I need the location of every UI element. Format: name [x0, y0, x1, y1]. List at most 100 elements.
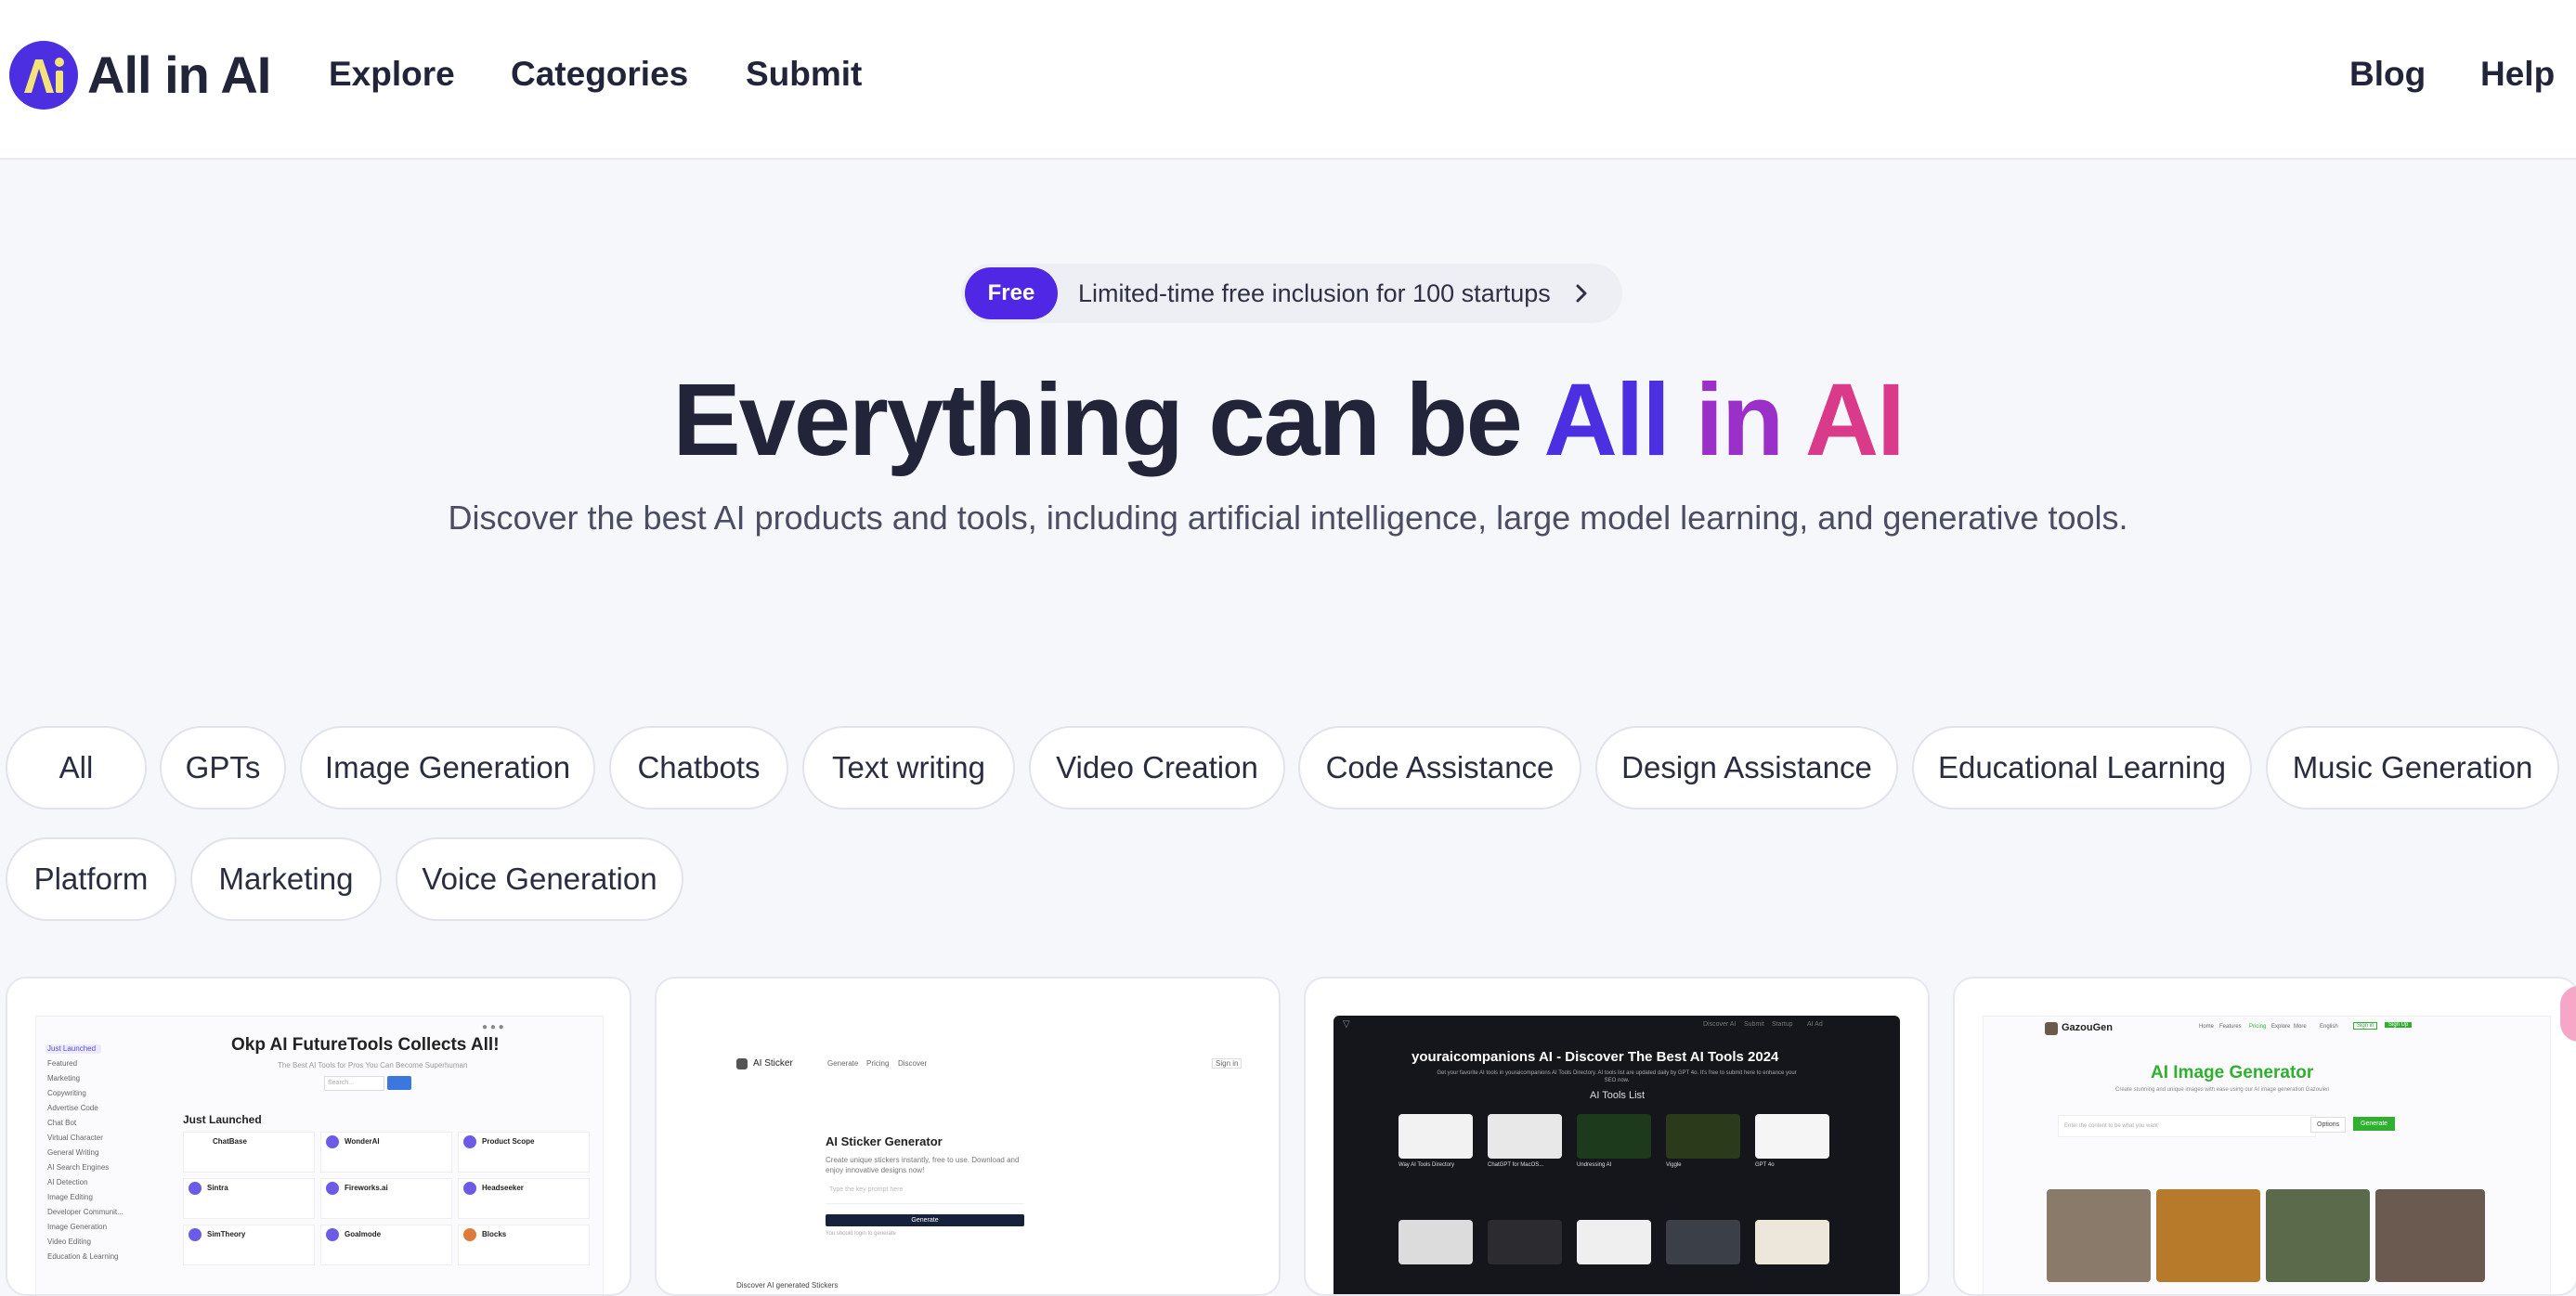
free-badge: Free: [965, 267, 1058, 319]
tool-name: GPT 4o: [1755, 1162, 1775, 1168]
tool-card[interactable]: ▽ Discover AI Submit Startup AI Ad youra…: [1304, 977, 1930, 1296]
site-nav-item: More: [2294, 1024, 2307, 1030]
site-nav-item: Home: [2199, 1024, 2215, 1030]
tool-thumbnail: [1577, 1114, 1651, 1159]
tool-thumbnail: [1666, 1220, 1740, 1264]
site-nav-item: Submit: [1744, 1021, 1764, 1028]
site-nav-item: Discover AI: [1703, 1021, 1737, 1028]
tool-screenshot: ● ● ● Just Launched Featured Marketing C…: [35, 1016, 604, 1294]
section-heading: Just Launched: [183, 1113, 262, 1126]
hero-title-word-ai: AI: [1804, 363, 1906, 477]
tool-avatar: [326, 1182, 339, 1195]
site-generate-button: Generate: [826, 1214, 1024, 1226]
nav-categories[interactable]: Categories: [511, 48, 688, 100]
category-pill-design-assistance[interactable]: Design Assistance: [1595, 726, 1898, 810]
generated-image-thumbnail: [2375, 1189, 2485, 1282]
category-pill-educational-learning[interactable]: Educational Learning: [1912, 726, 2252, 810]
sidebar-item: Just Launched: [47, 1044, 97, 1053]
social-icons: ● ● ●: [482, 1022, 504, 1032]
sidebar-item: Virtual Character: [47, 1134, 103, 1142]
sidebar-item: AI Search Engines: [47, 1163, 110, 1172]
nav-blog[interactable]: Blog: [2349, 48, 2426, 100]
nav-submit[interactable]: Submit: [746, 48, 862, 100]
site-title: Okp AI FutureTools Collects All!: [231, 1035, 500, 1055]
tool-name: Viggle: [1666, 1162, 1682, 1168]
tool-screenshot: ▽ Discover AI Submit Startup AI Ad youra…: [1334, 1016, 1900, 1294]
category-pill-all[interactable]: All: [6, 726, 147, 810]
tool-name: Undressing AI: [1577, 1162, 1612, 1168]
tool-avatar: [189, 1228, 202, 1241]
floating-action-indicator[interactable]: [2560, 986, 2576, 1042]
nav-explore[interactable]: Explore: [329, 48, 455, 100]
search-icon: [387, 1076, 411, 1090]
tool-screenshot: AI Sticker Generate Pricing Discover Sig…: [684, 1016, 1251, 1294]
mini-card-title: WonderAI: [345, 1137, 380, 1146]
nav-help[interactable]: Help: [2480, 48, 2555, 100]
tool-avatar: [463, 1228, 476, 1241]
tool-name: ChatGPT for MacOS...: [1488, 1162, 1544, 1168]
category-pill-image-generation[interactable]: Image Generation: [300, 726, 595, 810]
category-pill-video-creation[interactable]: Video Creation: [1029, 726, 1285, 810]
sidebar-item: Featured: [47, 1059, 78, 1068]
tool-thumbnail: [1399, 1220, 1473, 1264]
logo-icon[interactable]: [9, 41, 78, 110]
logo-text[interactable]: All in AI: [87, 41, 271, 110]
tool-thumbnail: [1755, 1220, 1829, 1264]
site-nav-item: AI Ad: [1807, 1021, 1823, 1028]
mini-card-title: Sintra: [207, 1184, 228, 1192]
site-subtitle: Create stunning and unique images with e…: [2115, 1087, 2330, 1093]
mini-card-title: Goalmode: [345, 1230, 382, 1238]
mini-card: [183, 1178, 315, 1219]
tool-thumbnail: [1755, 1114, 1829, 1159]
tool-card[interactable]: ● ● ● Just Launched Featured Marketing C…: [6, 977, 631, 1296]
tool-card[interactable]: AI Sticker Generate Pricing Discover Sig…: [655, 977, 1281, 1296]
site-subtitle: Get your favorite AI tools in youraicomp…: [1437, 1070, 1797, 1083]
mini-card-title: Product Scope: [482, 1137, 535, 1146]
site-title: youraicompanions AI - Discover The Best …: [1412, 1049, 1779, 1065]
generated-image-thumbnail: [2156, 1189, 2260, 1282]
site-brand: GazouGen: [2062, 1022, 2114, 1033]
category-pill-music-generation[interactable]: Music Generation: [2266, 726, 2559, 810]
chevron-right-icon: [1576, 284, 1587, 303]
tool-screenshot: GazouGen Home Features Pricing Explore M…: [1983, 1016, 2551, 1294]
sidebar-item: Advertise Code: [47, 1104, 98, 1112]
tool-thumbnail: [1399, 1114, 1473, 1159]
site-title: AI Sticker Generator: [826, 1134, 943, 1148]
sidebar-item: Marketing: [47, 1074, 81, 1082]
hero-title-word-all: All: [1543, 363, 1671, 477]
sticker-logo-icon: [736, 1058, 748, 1069]
category-pill-gpts[interactable]: GPTs: [160, 726, 286, 810]
promo-banner[interactable]: Free Limited-time free inclusion for 100…: [961, 264, 1622, 323]
category-pill-marketing[interactable]: Marketing: [190, 837, 382, 921]
hero-title-prefix: Everything can be: [672, 363, 1523, 477]
site-logo-icon: [2045, 1022, 2058, 1035]
site-login-note: You should login to generate: [826, 1231, 896, 1237]
site-nav-item: Pricing: [866, 1059, 890, 1068]
hero-title-word-in: in: [1695, 363, 1784, 477]
tool-card[interactable]: GazouGen Home Features Pricing Explore M…: [1953, 977, 2576, 1296]
category-pill-voice-generation[interactable]: Voice Generation: [396, 837, 683, 921]
category-pill-text-writing[interactable]: Text writing: [802, 726, 1015, 810]
tool-avatar: [189, 1182, 202, 1195]
site-generate-button: Generate: [2353, 1117, 2396, 1131]
site-description: Create unique stickers instantly, free t…: [826, 1156, 1020, 1174]
category-pill-chatbots[interactable]: Chatbots: [609, 726, 788, 810]
tool-avatar: [326, 1135, 339, 1148]
sidebar-item: Developer Communit...: [47, 1208, 124, 1216]
site-search: Search...: [324, 1076, 384, 1091]
site-signin: Sign in: [1212, 1058, 1242, 1069]
hero-subtitle: Discover the best AI products and tools,…: [448, 499, 2128, 537]
tool-avatar: [326, 1228, 339, 1241]
sidebar-item: Copywriting: [47, 1089, 86, 1097]
mini-card: [458, 1178, 590, 1219]
category-pill-platform[interactable]: Platform: [6, 837, 176, 921]
category-pill-code-assistance[interactable]: Code Assistance: [1298, 726, 1581, 810]
site-nav-item: Explore: [2271, 1024, 2291, 1030]
site-title: AI Image Generator: [2151, 1063, 2314, 1082]
top-navbar: All in AI Explore Categories Submit Blog…: [0, 0, 2576, 160]
site-prompt-input: Enter the content to be what you want: [2058, 1115, 2316, 1137]
mini-card-title: Blocks: [482, 1230, 507, 1238]
site-nav-item: Pricing: [2249, 1024, 2267, 1030]
site-nav-item: Discover: [898, 1059, 928, 1068]
site-nav-item: English: [2320, 1024, 2338, 1030]
